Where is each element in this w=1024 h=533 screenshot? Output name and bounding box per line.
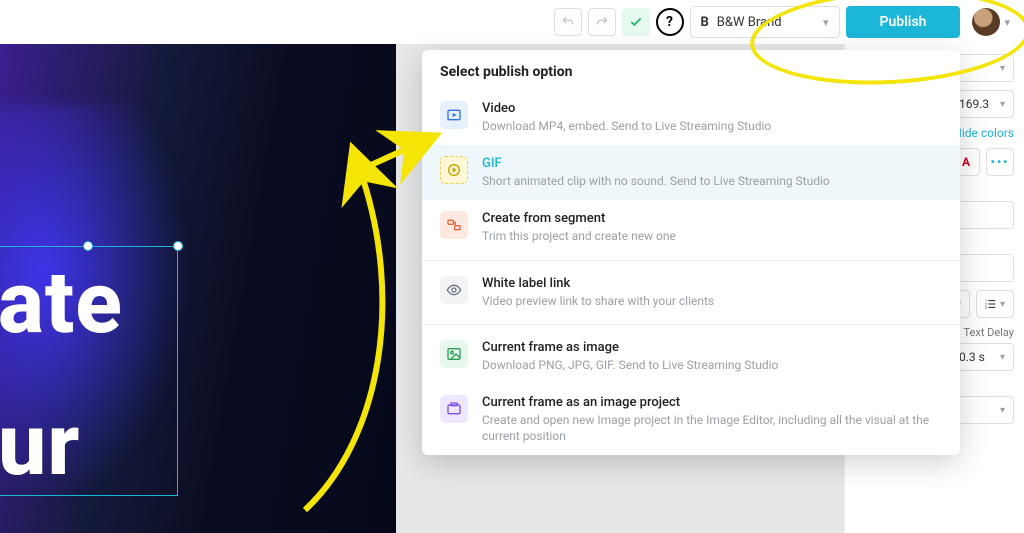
resize-handle-top-right[interactable]: [173, 241, 183, 251]
publish-option-frame-project[interactable]: Current frame as an image project Create…: [422, 384, 960, 455]
option-desc: Download MP4, embed. Send to Live Stream…: [482, 118, 771, 134]
publish-option-video[interactable]: Video Download MP4, embed. Send to Live …: [422, 90, 960, 145]
option-desc: Video preview link to share with your cl…: [482, 293, 714, 309]
canvas-text-line1[interactable]: ate: [0, 260, 123, 346]
video-icon: [440, 101, 468, 129]
list-style-button[interactable]: 123 ▾: [976, 290, 1014, 318]
option-title: Video: [482, 101, 771, 116]
publish-option-whitelabel[interactable]: White label link Video preview link to s…: [422, 265, 960, 320]
video-canvas[interactable]: ate ur: [0, 44, 396, 533]
chevron-down-icon: ▾: [823, 16, 829, 29]
canvas-text-line2[interactable]: ur: [0, 402, 80, 488]
image-project-icon: [440, 395, 468, 423]
top-toolbar: ? B B&W Brand ▾ Publish ▾: [0, 0, 1024, 44]
hide-colors-link[interactable]: Hide colors: [953, 126, 1014, 140]
save-status-icon[interactable]: [622, 8, 650, 36]
option-desc: Download PNG, JPG, GIF. Send to Live Str…: [482, 357, 778, 373]
separator: [422, 260, 960, 261]
help-button[interactable]: ?: [656, 8, 684, 36]
option-title: Current frame as image: [482, 340, 778, 355]
option-title: White label link: [482, 276, 714, 291]
avatar: [972, 8, 1000, 36]
option-title: Current frame as an image project: [482, 395, 942, 410]
option-title: GIF: [482, 156, 830, 171]
segment-icon: [440, 211, 468, 239]
more-text-options-button[interactable]: •••: [986, 148, 1014, 176]
redo-button[interactable]: [588, 8, 616, 36]
option-desc: Short animated clip with no sound. Send …: [482, 173, 830, 189]
brand-selector[interactable]: B B&W Brand ▾: [690, 6, 840, 38]
separator: [422, 324, 960, 325]
publish-panel-header: Select publish option: [422, 50, 960, 90]
option-desc: Trim this project and create new one: [482, 228, 676, 244]
publish-option-frame-image[interactable]: Current frame as image Download PNG, JPG…: [422, 329, 960, 384]
option-title: Create from segment: [482, 211, 676, 226]
option-desc: Create and open new Image project in the…: [482, 412, 942, 444]
resize-handle-top-middle[interactable]: [83, 241, 93, 251]
brand-prefix-icon: B: [701, 15, 709, 30]
publish-button[interactable]: Publish: [846, 6, 961, 38]
publish-option-segment[interactable]: Create from segment Trim this project an…: [422, 200, 960, 255]
chevron-down-icon: ▾: [1004, 16, 1010, 29]
eye-icon: [440, 276, 468, 304]
publish-options-dropdown: Select publish option Video Download MP4…: [422, 50, 960, 455]
brand-selector-label: B&W Brand: [717, 15, 782, 30]
svg-text:3: 3: [985, 306, 987, 310]
account-menu[interactable]: ▾: [972, 8, 1010, 36]
gif-icon: [440, 156, 468, 184]
undo-button[interactable]: [554, 8, 582, 36]
image-icon: [440, 340, 468, 368]
publish-option-gif[interactable]: GIF Short animated clip with no sound. S…: [422, 145, 960, 200]
